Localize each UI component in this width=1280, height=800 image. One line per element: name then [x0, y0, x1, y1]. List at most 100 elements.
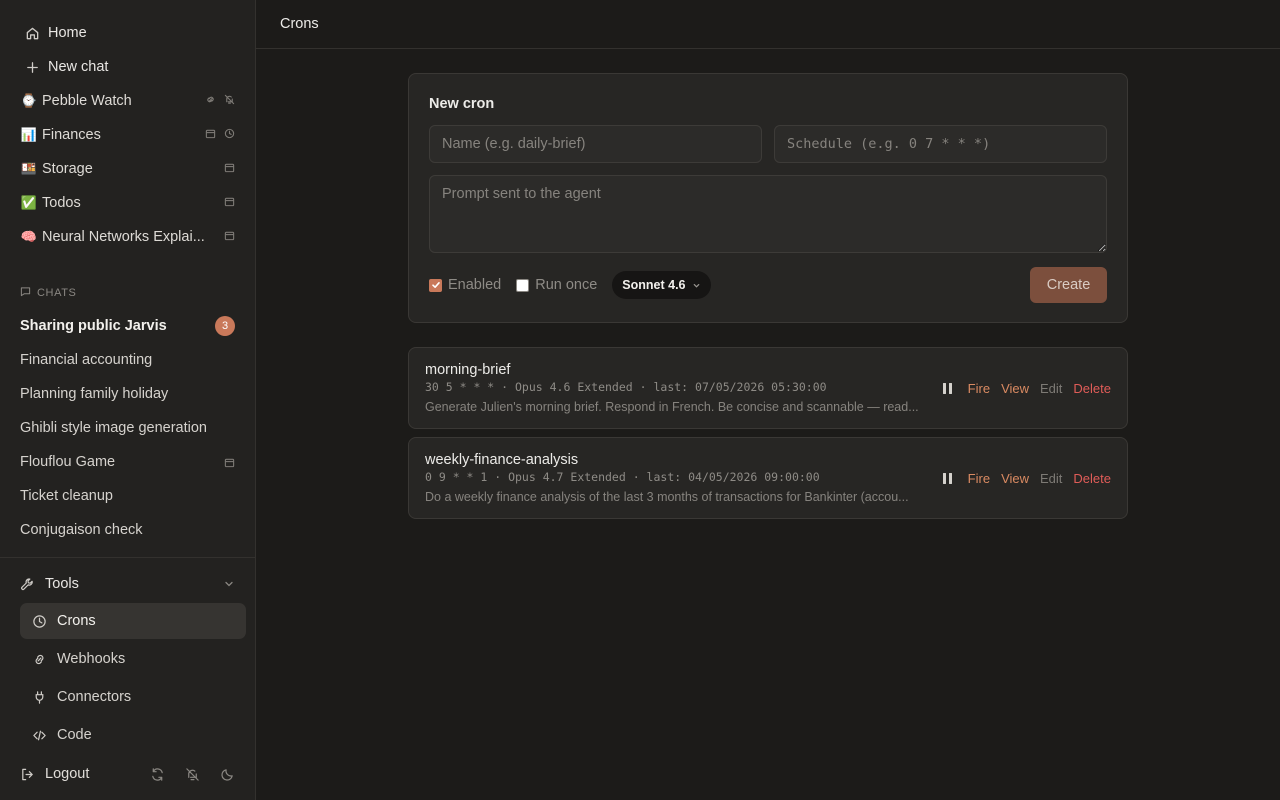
- chat-name: Planning family holiday: [20, 386, 169, 402]
- calendar-icon: [224, 161, 235, 177]
- sidebar: Home New chat ⌚ Pebble Watch 📊 Finances …: [0, 0, 256, 800]
- calendar-icon: [205, 127, 216, 143]
- chat-name: Financial accounting: [20, 352, 153, 368]
- checkbox-empty-icon[interactable]: [516, 278, 530, 292]
- project-name: Neural Networks Explai...: [42, 229, 205, 245]
- calendar-icon: [224, 229, 235, 245]
- logout-label: Logout: [45, 766, 90, 782]
- chat-item[interactable]: Financial accounting: [0, 343, 255, 377]
- main-content: Crons New cron Enabled Run once Sonnet 4: [256, 0, 1280, 800]
- project-emoji: ⌚: [20, 93, 38, 108]
- tools-toggle[interactable]: Tools: [0, 567, 255, 601]
- bell-off-icon[interactable]: [185, 767, 200, 782]
- run-once-checkbox[interactable]: Run once: [516, 277, 597, 293]
- checkbox-checked-icon[interactable]: [429, 278, 442, 292]
- delete-button[interactable]: Delete: [1073, 381, 1111, 396]
- pause-icon[interactable]: [942, 382, 953, 395]
- unread-badge: 3: [215, 316, 235, 336]
- fire-button[interactable]: Fire: [968, 381, 990, 396]
- chat-name: Sharing public Jarvis: [20, 318, 167, 334]
- tool-label: Connectors: [57, 689, 132, 705]
- new-chat-label: New chat: [48, 59, 109, 75]
- create-button[interactable]: Create: [1030, 267, 1107, 303]
- chat-item[interactable]: Conjugaison check: [0, 513, 255, 547]
- fire-button[interactable]: Fire: [968, 471, 990, 486]
- tool-label: Code: [57, 727, 92, 743]
- clock-icon: [224, 127, 235, 143]
- link-icon: [205, 93, 216, 109]
- new-cron-title: New cron: [429, 96, 495, 112]
- project-item-storage[interactable]: 🍱 Storage: [0, 152, 255, 186]
- refresh-icon[interactable]: [150, 767, 165, 782]
- model-label: Sonnet 4.6: [622, 278, 686, 292]
- code-icon: [32, 728, 48, 743]
- project-item-pebble-watch[interactable]: ⌚ Pebble Watch: [0, 84, 255, 118]
- tool-label: Webhooks: [57, 651, 126, 667]
- cron-item-morning-brief: morning-brief 30 5 * * * · Opus 4.6 Exte…: [408, 347, 1128, 429]
- link-icon: [32, 652, 48, 667]
- chevron-down-icon: [692, 281, 701, 290]
- pause-icon[interactable]: [942, 472, 953, 485]
- project-emoji: 🍱: [20, 161, 38, 176]
- cron-name-input[interactable]: [429, 125, 762, 163]
- cron-item-weekly-finance-analysis: weekly-finance-analysis 0 9 * * 1 · Opus…: [408, 437, 1128, 519]
- project-name: Pebble Watch: [42, 93, 132, 109]
- chat-name: Flouflou Game: [20, 454, 116, 470]
- moon-icon[interactable]: [220, 767, 235, 782]
- edit-button[interactable]: Edit: [1040, 471, 1062, 486]
- home-label: Home: [48, 25, 87, 41]
- new-cron-form: New cron Enabled Run once Sonnet 4.6: [408, 73, 1128, 323]
- cron-meta: 30 5 * * * · Opus 4.6 Extended · last: 0…: [425, 380, 827, 394]
- page-title: Crons: [280, 16, 319, 32]
- chat-list: Sharing public Jarvis 3 Financial accoun…: [0, 309, 255, 547]
- cron-prompt-textarea[interactable]: [429, 175, 1107, 253]
- chat-item[interactable]: Ghibli style image generation: [0, 411, 255, 445]
- tool-item-connectors[interactable]: Connectors: [20, 679, 246, 715]
- cron-meta: 0 9 * * 1 · Opus 4.7 Extended · last: 04…: [425, 470, 820, 484]
- clock-icon: [32, 614, 48, 629]
- chat-item[interactable]: Flouflou Game: [0, 445, 255, 479]
- chats-heading-label: CHATS: [37, 287, 77, 299]
- chat-item[interactable]: Ticket cleanup: [0, 479, 255, 513]
- sidebar-footer: Logout: [0, 757, 255, 791]
- view-button[interactable]: View: [1001, 381, 1029, 396]
- chat-item[interactable]: Planning family holiday: [0, 377, 255, 411]
- cron-schedule-input[interactable]: [774, 125, 1107, 163]
- chat-name: Conjugaison check: [20, 522, 143, 538]
- delete-button[interactable]: Delete: [1073, 471, 1111, 486]
- tool-item-crons[interactable]: Crons: [20, 603, 246, 639]
- new-chat-button[interactable]: New chat: [0, 50, 255, 84]
- project-item-finances[interactable]: 📊 Finances: [0, 118, 255, 152]
- chat-item[interactable]: Sharing public Jarvis 3: [0, 309, 255, 343]
- wrench-icon: [20, 577, 36, 592]
- cron-name: morning-brief: [425, 362, 511, 378]
- logout-button[interactable]: Logout: [20, 766, 150, 782]
- project-item-neural-networks[interactable]: 🧠 Neural Networks Explai...: [0, 220, 255, 254]
- cron-description: Do a weekly finance analysis of the last…: [425, 490, 909, 504]
- chat-name: Ghibli style image generation: [20, 420, 207, 436]
- project-name: Finances: [42, 127, 101, 143]
- bell-off-icon: [224, 93, 235, 109]
- chats-heading: CHATS: [0, 286, 255, 300]
- tool-item-code[interactable]: Code: [20, 717, 246, 753]
- enabled-checkbox[interactable]: Enabled: [429, 277, 501, 293]
- chat-name: Ticket cleanup: [20, 488, 113, 504]
- logout-icon: [20, 767, 36, 782]
- plug-icon: [32, 690, 48, 705]
- plus-icon: [24, 59, 40, 75]
- project-emoji: 🧠: [20, 229, 38, 244]
- top-bar: Crons: [256, 0, 1280, 49]
- project-list: ⌚ Pebble Watch 📊 Finances 🍱 Storage ✅ To…: [0, 84, 255, 254]
- project-emoji: 📊: [20, 127, 38, 142]
- model-select[interactable]: Sonnet 4.6: [612, 271, 711, 299]
- edit-button[interactable]: Edit: [1040, 381, 1062, 396]
- view-button[interactable]: View: [1001, 471, 1029, 486]
- enabled-label: Enabled: [448, 277, 502, 293]
- home-link[interactable]: Home: [0, 16, 255, 50]
- chevron-down-icon: [223, 578, 235, 590]
- chat-bubble-icon: [20, 286, 31, 300]
- calendar-icon: [224, 457, 235, 468]
- project-name: Storage: [42, 161, 93, 177]
- project-item-todos[interactable]: ✅ Todos: [0, 186, 255, 220]
- tool-item-webhooks[interactable]: Webhooks: [20, 641, 246, 677]
